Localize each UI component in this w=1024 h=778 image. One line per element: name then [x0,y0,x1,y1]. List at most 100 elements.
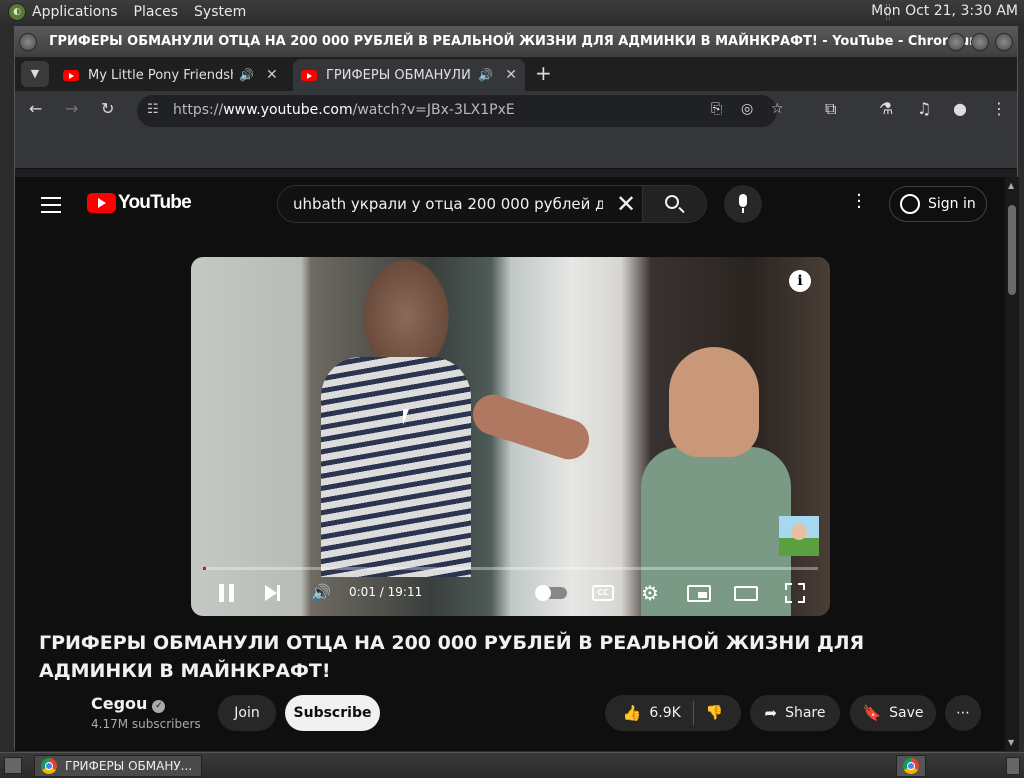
tray-chromium-icon[interactable] [896,755,926,777]
top-panel: ◐ Applications Places System Mon Oct 21,… [0,0,1024,24]
volume-icon[interactable]: 🔊 [311,583,331,602]
search-icon [665,195,679,209]
address-bar[interactable]: ☷ https://www.youtube.com/watch?v=JBx-3L… [137,95,784,127]
media-controls-icon[interactable]: ♫ [917,99,931,118]
channel-name-text: Cegou [91,694,148,713]
tab-search-button[interactable]: ▼ [21,61,49,87]
audio-playing-icon[interactable]: 🔊 [239,68,254,82]
youtube-favicon-icon [63,69,79,81]
progress-bar[interactable] [203,567,818,570]
browser-toolbar: ← → ↻ ☷ https://www.youtube.com/watch?v=… [15,91,1017,131]
next-video-icon[interactable] [265,585,280,601]
gear-icon[interactable]: ⚙ [641,581,659,605]
hamburger-menu-icon[interactable] [41,197,61,218]
new-tab-plus-icon[interactable]: + [535,61,552,85]
menu-applications[interactable]: Applications [32,4,118,20]
more-horizontal-icon: ⋯ [956,705,970,721]
window-titlebar[interactable]: ГРИФЕРЫ ОБМАНУЛИ ОТЦА НА 200 000 РУБЛЕЙ … [15,27,1017,57]
bottom-taskbar: ГРИФЕРЫ ОБМАНУ... [0,752,1024,778]
browser-window: ГРИФЕРЫ ОБМАНУЛИ ОТЦА НА 200 000 РУБЛЕЙ … [14,26,1019,751]
share-label: Share [785,705,826,721]
captions-icon[interactable]: CC [592,585,614,601]
channel-name[interactable]: Cegou ✓ [91,694,166,713]
sign-in-label: Sign in [928,196,976,212]
save-label: Save [889,705,924,721]
video-frame-person [321,357,471,577]
chromium-icon [41,758,57,774]
time-display: 0:01 / 19:11 [349,585,423,599]
more-actions-button[interactable]: ⋯ [945,695,981,731]
channel-watermark[interactable] [779,516,819,556]
like-dislike-group: 👍 6.9K 👎 [605,695,741,731]
profile-icon[interactable]: ● [953,99,967,118]
menu-kebab-icon[interactable]: ⋮ [991,99,1007,118]
youtube-logo[interactable]: YouTube [87,192,192,214]
close-window-button[interactable] [995,33,1013,51]
extensions-icon[interactable]: ⧉ [825,99,836,119]
video-frame-child-head [669,347,759,457]
theater-mode-icon[interactable] [734,586,758,601]
menu-system[interactable]: System [194,4,246,20]
taskbar-window-button[interactable]: ГРИФЕРЫ ОБМАНУ... [34,755,202,777]
video-title: ГРИФЕРЫ ОБМАНУЛИ ОТЦА НА 200 000 РУБЛЕЙ … [39,632,865,682]
back-arrow-icon[interactable]: ← [29,99,42,118]
video-frame-child [641,447,791,616]
window-menu-button[interactable] [19,33,37,51]
maximize-button[interactable] [971,33,989,51]
labs-flask-icon[interactable]: ⚗ [879,99,893,118]
minimize-button[interactable] [947,33,965,51]
site-info-icon[interactable]: ☷ [147,102,159,117]
fullscreen-icon[interactable] [785,583,805,603]
thumbs-up-icon[interactable]: 👍 [623,704,642,722]
scroll-up-icon[interactable]: ▲ [1008,181,1014,190]
youtube-play-icon [87,193,116,213]
search-box[interactable]: uhbath украли у отца 200 000 рублей для … [277,185,707,223]
forward-arrow-icon[interactable]: → [65,99,78,118]
tab-griefers-video[interactable]: ГРИФЕРЫ ОБМАНУЛИ О 🔊 ✕ [293,59,525,91]
tab-close-icon[interactable]: ✕ [505,67,517,83]
taskbar-window-label: ГРИФЕРЫ ОБМАНУ... [65,759,193,773]
search-input[interactable]: uhbath украли у отца 200 000 рублей для … [293,195,603,213]
search-button[interactable] [642,186,706,222]
join-button[interactable]: Join [218,695,276,731]
save-button[interactable]: 🔖 Save [850,695,936,731]
scroll-down-icon[interactable]: ▼ [1008,738,1014,747]
eye-off-icon[interactable]: ◎ [741,101,753,117]
bookmark-star-icon[interactable]: ☆ [771,101,784,117]
audio-playing-icon[interactable]: 🔊 [478,68,493,82]
voice-search-button[interactable] [724,185,762,223]
show-desktop-icon[interactable] [4,757,22,774]
page-scrollbar[interactable]: ▲ ▼ [1005,177,1019,751]
gnome-foot-icon[interactable]: ◐ [8,3,26,21]
clear-search-icon[interactable]: ✕ [616,190,636,218]
bookmark-bar [15,131,1017,169]
workspace-switcher[interactable] [1006,757,1020,775]
url-host: www.youtube.com [223,102,353,118]
autoplay-toggle[interactable] [535,585,567,601]
tab-strip: ▼ My Little Pony Friendship 🔊 ✕ ГРИФЕРЫ … [15,57,1017,91]
subscribe-button[interactable]: Subscribe [285,695,380,731]
video-player[interactable]: i 🔊 0:01 / 19:11 CC ⚙ [191,257,830,616]
panel-clock[interactable]: Mon Oct 21, 3:30 AM [871,3,1018,19]
tab-label: ГРИФЕРЫ ОБМАНУЛИ О [326,67,473,83]
window-title: ГРИФЕРЫ ОБМАНУЛИ ОТЦА НА 200 000 РУБЛЕЙ … [49,34,983,49]
url-text[interactable]: https://www.youtube.com/watch?v=JBx-3LX1… [173,102,515,118]
tab-close-icon[interactable]: ✕ [266,67,278,83]
miniplayer-icon[interactable] [687,585,711,602]
pause-icon[interactable] [219,584,235,602]
like-count[interactable]: 6.9K [649,705,680,721]
install-app-icon[interactable]: ⎘ [711,101,722,117]
account-circle-icon [900,194,920,214]
scroll-thumb[interactable] [1008,205,1016,295]
share-button[interactable]: ➦ Share [750,695,840,731]
settings-kebab-icon[interactable]: · · · [856,187,862,217]
thumbs-down-icon[interactable]: 👎 [706,705,723,721]
sign-in-button[interactable]: Sign in [889,186,987,222]
reload-icon[interactable]: ↻ [101,99,114,118]
info-icon[interactable]: i [789,270,811,292]
menu-places[interactable]: Places [134,4,179,20]
youtube-page: YouTube uhbath украли у отца 200 000 руб… [15,177,1005,751]
url-prefix: https:// [173,102,224,118]
tab-my-little-pony[interactable]: My Little Pony Friendship 🔊 ✕ [55,59,289,91]
chevron-down-icon: ▼ [30,67,40,80]
